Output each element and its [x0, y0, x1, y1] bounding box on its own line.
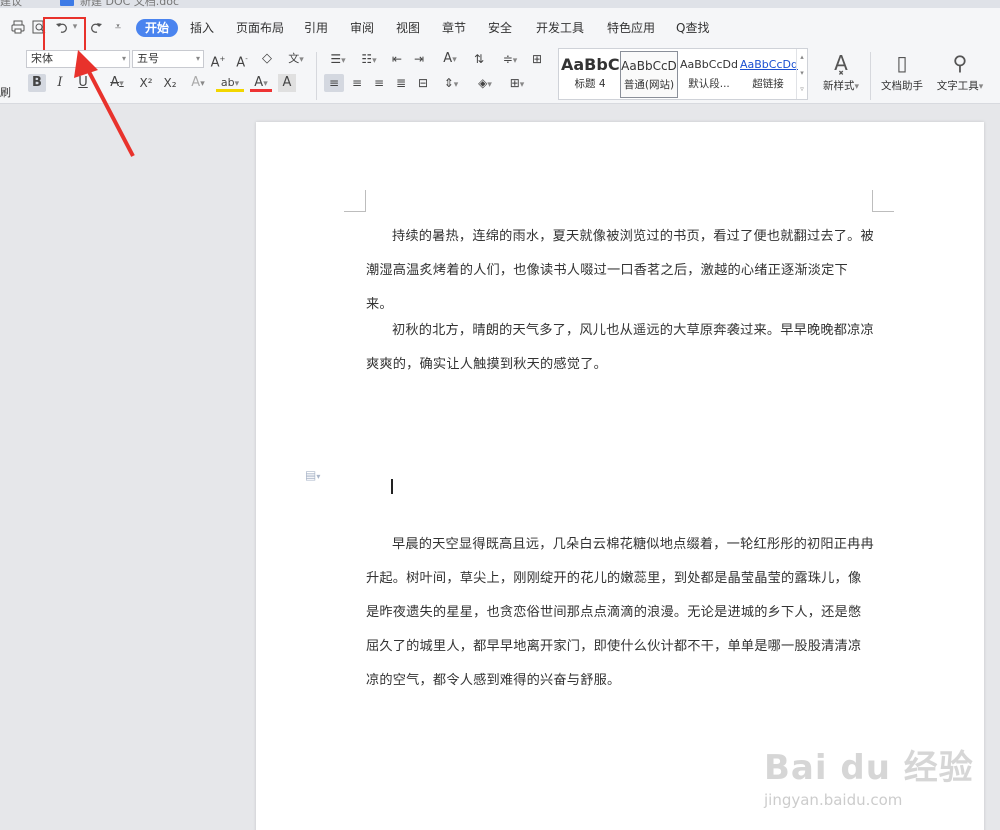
paragraph-spacing-icon[interactable]: ⇕▾ — [438, 74, 464, 92]
printer-icon[interactable] — [10, 17, 26, 37]
tab-strip: 建议 新建 DOC 文档.doc — [0, 0, 1000, 8]
style-preview: AaBbCcDd — [680, 58, 738, 71]
tab-security[interactable]: 安全 — [488, 20, 512, 36]
show-marks-icon[interactable]: ⊞ — [528, 50, 546, 68]
chevron-down-icon: ▾ — [121, 54, 126, 63]
tab-document[interactable]: 新建 DOC 文档.doc — [80, 0, 179, 8]
margin-corner-mark — [872, 190, 894, 212]
document-page[interactable]: 持续的暑热，连绵的雨水，夏天就像被浏览过的书页，看过了便也就翻过去了。被潮湿高温… — [256, 122, 984, 830]
borders-icon[interactable]: ⊞▾ — [504, 74, 530, 92]
style-preview: AaBbC — [561, 55, 620, 74]
distributed-align-icon[interactable]: ⊟ — [414, 74, 432, 92]
paragraph-menu-icon[interactable]: ▤▾ — [305, 468, 320, 482]
shrink-font-icon[interactable]: A- — [234, 50, 250, 70]
tab-review[interactable]: 审阅 — [350, 20, 374, 36]
text-effect-icon[interactable]: A▾ — [186, 74, 210, 92]
chevron-down-icon: ▾ — [195, 54, 200, 63]
tab-view[interactable]: 视图 — [396, 20, 420, 36]
font-family-value: 宋体 — [31, 52, 53, 65]
search-button[interactable]: Q查找 — [676, 20, 709, 36]
style-preview: AaBbCcD — [621, 59, 677, 73]
separator — [316, 52, 317, 100]
text-tools-button[interactable]: ⚲ 文字工具▾ — [932, 48, 988, 93]
sort-icon[interactable]: ⇅ — [470, 50, 488, 68]
line-spacing-icon[interactable]: ≑▾ — [496, 50, 524, 68]
bullet-list-icon[interactable]: ☰▾ — [325, 50, 351, 68]
font-size-select[interactable]: 五号 ▾ — [132, 50, 204, 68]
doc-assistant-button[interactable]: ▯ 文档助手 — [876, 48, 928, 93]
chinese-layout-icon[interactable]: A▾ — [436, 50, 464, 68]
style-caption: 普通(网站) — [623, 79, 675, 91]
margin-corner-mark — [344, 190, 366, 212]
document-assistant-icon: ▯ — [896, 51, 908, 75]
text-cursor — [391, 479, 393, 494]
new-style-label: 新样式 — [822, 80, 855, 92]
font-family-select[interactable]: 宋体 ▾ — [26, 50, 130, 68]
align-right-icon[interactable]: ≡ — [370, 74, 388, 92]
increase-indent-icon[interactable]: ⇥ — [410, 50, 428, 68]
character-shading-icon[interactable]: A — [278, 74, 296, 92]
style-caption: 标题 4 — [574, 78, 606, 90]
new-style-icon: A͓ — [834, 51, 848, 75]
bold-button[interactable]: B — [28, 74, 46, 92]
tab-special-apps[interactable]: 特色应用 — [607, 20, 655, 36]
style-preview: AaBbCcDd — [740, 58, 798, 71]
redo-icon[interactable] — [88, 17, 104, 37]
wrench-icon: ⚲ — [952, 51, 968, 75]
grow-font-icon[interactable]: A+ — [210, 50, 226, 70]
ribbon: ▾ ⩡ 开始 插入 页面布局 引用 审阅 视图 章节 安全 开发工具 特色应用 … — [0, 8, 1000, 104]
doc-assistant-label: 文档助手 — [881, 80, 923, 92]
subscript-button[interactable]: X₂ — [160, 74, 180, 92]
clear-format-icon[interactable]: ◇ — [258, 50, 276, 68]
underline-button[interactable]: U — [75, 74, 91, 92]
italic-button[interactable]: I — [52, 74, 68, 92]
highlight-color-icon[interactable]: ab▾ — [216, 74, 244, 92]
undo-highlight-box — [43, 17, 86, 54]
superscript-button[interactable]: X² — [136, 74, 156, 92]
tab-page-layout[interactable]: 页面布局 — [236, 20, 284, 36]
new-style-button[interactable]: A͓ 新样式▾ — [816, 48, 866, 93]
style-default-paragraph[interactable]: AaBbCcDd 默认段... — [680, 51, 738, 98]
font-size-value: 五号 — [137, 52, 159, 65]
phonetic-guide-icon[interactable]: 文▾ — [283, 50, 309, 68]
style-heading-4[interactable]: AaBbC 标题 4 — [561, 51, 620, 98]
font-color-icon[interactable]: A▾ — [250, 74, 272, 92]
style-gallery: AaBbC 标题 4 AaBbCcD 普通(网站) AaBbCcDd 默认段..… — [558, 48, 808, 100]
style-caption: 默认段... — [688, 78, 730, 90]
chevron-down-icon[interactable]: ⩡ — [112, 17, 124, 37]
tab-developer[interactable]: 开发工具 — [536, 20, 584, 36]
text-tools-label: 文字工具 — [936, 80, 979, 92]
numbered-list-icon[interactable]: ☷▾ — [356, 50, 382, 68]
tab-chapter[interactable]: 章节 — [442, 20, 466, 36]
align-center-icon[interactable]: ≡ — [348, 74, 366, 92]
paragraph-2[interactable]: 初秋的北方，晴朗的天气多了，风儿也从遥远的大草原奔袭过来。早早晚晚都凉凉爽爽的，… — [366, 314, 874, 382]
shading-icon[interactable]: ◈▾ — [472, 74, 498, 92]
style-normal-web[interactable]: AaBbCcD 普通(网站) — [620, 51, 678, 98]
format-painter-label[interactable]: 刷 — [0, 84, 11, 100]
tab-left[interactable]: 建议 — [0, 0, 22, 8]
watermark-site: jingyan.baidu.com — [764, 791, 903, 809]
strikethrough-button[interactable]: A▾ — [104, 74, 130, 92]
align-left-icon[interactable]: ≡ — [324, 74, 344, 92]
style-hyperlink[interactable]: AaBbCcDd 超链接 — [740, 51, 798, 98]
tab-references[interactable]: 引用 — [304, 20, 328, 36]
justify-icon[interactable]: ≣ — [392, 74, 410, 92]
paragraph-3[interactable]: 早晨的天空显得既高且远，几朵白云棉花糖似地点缀着，一轮红彤彤的初阳正冉冉升起。树… — [366, 528, 874, 698]
watermark-brand: Bai du 经验 — [764, 748, 974, 788]
paragraph-1[interactable]: 持续的暑热，连绵的雨水，夏天就像被浏览过的书页，看过了便也就翻过去了。被潮湿高温… — [366, 220, 874, 322]
document-icon — [60, 0, 74, 6]
tab-start[interactable]: 开始 — [136, 19, 179, 37]
baidu-watermark: Bai du 经验 jingyan.baidu.com — [764, 740, 974, 809]
style-caption: 超链接 — [752, 78, 784, 90]
tab-insert[interactable]: 插入 — [190, 20, 214, 36]
gallery-scroll[interactable]: ▴ ▾ ▿ — [796, 49, 807, 99]
separator — [870, 52, 871, 100]
decrease-indent-icon[interactable]: ⇤ — [388, 50, 406, 68]
